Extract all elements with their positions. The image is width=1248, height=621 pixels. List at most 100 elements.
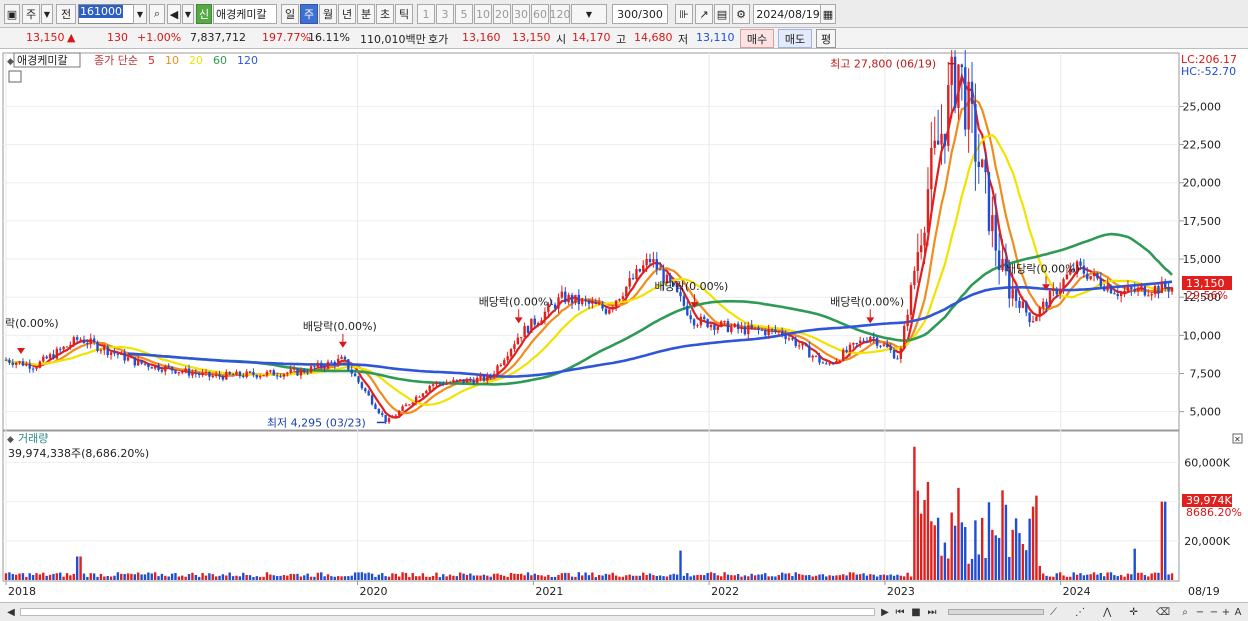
buy-button[interactable]: 매수 [740, 29, 774, 48]
volume-bar [455, 576, 459, 580]
count-input[interactable]: 300/300 [612, 4, 668, 24]
zigzag-tool-icon[interactable]: ⋀ [1103, 607, 1111, 618]
volume-bar [1150, 573, 1153, 580]
font-size-icon[interactable]: A [1232, 605, 1244, 620]
candle-body [387, 418, 391, 423]
volume-bar [65, 573, 69, 580]
candle-body [1136, 287, 1140, 292]
volume-bar [672, 573, 675, 580]
interval-button-1[interactable]: 3 [436, 4, 454, 24]
layout-icon[interactable]: ▣ [4, 4, 20, 24]
speaker-icon[interactable]: ◀ [167, 4, 181, 24]
trade-amount: 110,010백만 [360, 33, 426, 46]
volume-bar [716, 575, 720, 580]
interval-button-6[interactable]: 60 [531, 4, 549, 24]
interval-button-5[interactable]: 30 [512, 4, 530, 24]
period-tab-4[interactable]: 분 [357, 4, 375, 24]
volume-bar [950, 512, 953, 580]
new-listing-badge: 신 [196, 4, 212, 24]
candle-body [699, 316, 703, 326]
low-label: 저 [678, 33, 689, 46]
ma-legend-20[interactable]: 20 [189, 54, 203, 67]
sell-button[interactable]: 매도 [778, 29, 812, 48]
volume-bar [245, 574, 248, 580]
stop-icon[interactable]: ■ [909, 605, 923, 620]
scroll-right-icon[interactable]: ▶ [878, 605, 892, 620]
period-tab-0[interactable]: 일 [281, 4, 299, 24]
volume-bar [1126, 573, 1130, 580]
period-tab-2[interactable]: 월 [319, 4, 337, 24]
interval-button-4[interactable]: 20 [493, 4, 511, 24]
chevron-down-icon[interactable]: ▼ [182, 4, 194, 24]
zoom-out-icon[interactable]: − [1194, 605, 1206, 620]
scroll-left-icon[interactable]: ◀ [4, 605, 18, 620]
candle-body [733, 323, 736, 327]
calculator-icon[interactable] [8, 70, 22, 83]
period-select[interactable]: 주 [22, 4, 40, 24]
volume-bar [879, 574, 882, 580]
fib-tool-icon[interactable]: ⋰ [1075, 607, 1085, 618]
zoom-slider[interactable] [948, 609, 1044, 615]
interval-button-3[interactable]: 10 [474, 4, 492, 24]
eval-button[interactable]: 평 [816, 29, 836, 48]
volume-bar [126, 573, 130, 580]
drawing-tools[interactable]: ⟋ ⋰ ⋀ ✛ ⌫ [1050, 605, 1170, 620]
erase-tool-icon[interactable]: ⌫ [1156, 607, 1170, 618]
stock-code-input[interactable]: 161000 [78, 4, 134, 24]
candle-body [686, 305, 689, 316]
gear-icon[interactable]: ⚙ [732, 4, 750, 24]
volume-bar [18, 573, 21, 580]
candle-body [967, 81, 970, 130]
search-icon[interactable]: ⌕ [149, 4, 165, 24]
volume-bar [1082, 575, 1086, 580]
candle-body [604, 308, 608, 314]
code-dropdown-icon[interactable]: ▼ [133, 4, 147, 24]
interval-dropdown[interactable]: ▼ [571, 4, 607, 24]
candle-body [1143, 286, 1147, 296]
candle-type-icon[interactable]: ⊪ [675, 4, 693, 24]
candle-body [259, 376, 262, 378]
volume-bar [384, 576, 387, 580]
volume-bar [1153, 572, 1157, 580]
rewind-icon[interactable]: ⏮ [893, 605, 907, 620]
candle-body [719, 321, 723, 327]
period-tab-5[interactable]: 초 [376, 4, 394, 24]
interval-button-2[interactable]: 5 [455, 4, 473, 24]
trend-tool-icon[interactable]: ⟋ [1050, 607, 1057, 618]
ma-legend-120[interactable]: 120 [237, 54, 258, 67]
volume-bar [648, 573, 652, 580]
ma-legend-10[interactable]: 10 [165, 54, 179, 67]
line-tool-icon[interactable]: ↗ [695, 4, 713, 24]
ma-legend-5[interactable]: 5 [148, 54, 155, 67]
volume-bar [69, 575, 72, 580]
period-tab-1[interactable]: 주 [300, 4, 318, 24]
interval-button-0[interactable]: 1 [417, 4, 435, 24]
volume-bar [1004, 504, 1008, 580]
volume-bar [503, 575, 506, 580]
zoom-in-icon[interactable]: + [1220, 605, 1232, 620]
scroll-track[interactable] [20, 608, 875, 616]
price-chart[interactable]: 최고 27,800 (06/19) 최저 4,295 (03/23) 배당락(0.0… [0, 41, 1248, 602]
chart-area[interactable]: 최고 27,800 (06/19) 최저 4,295 (03/23) 배당락(0.0… [0, 41, 1248, 602]
calendar-icon[interactable]: ▦ [820, 4, 836, 24]
zoom-search-icon[interactable]: ⌕ [1178, 605, 1192, 620]
volume-bar [926, 482, 930, 580]
cross-tool-icon[interactable]: ✛ [1129, 607, 1137, 618]
candle-body [299, 369, 303, 376]
date-input[interactable]: 2024/08/19 [753, 4, 823, 24]
candle-body [828, 363, 831, 365]
ma-legend-60[interactable]: 60 [213, 54, 227, 67]
volume-bar [38, 574, 42, 580]
candle-body [31, 368, 35, 370]
chevron-down-icon[interactable]: ▼ [41, 4, 53, 24]
period-tab-6[interactable]: 틱 [395, 4, 413, 24]
forward-icon[interactable]: ⏭ [925, 605, 939, 620]
period-tab-3[interactable]: 년 [338, 4, 356, 24]
volume-bar [242, 572, 245, 580]
save-icon[interactable]: ▤ [714, 4, 730, 24]
interval-button-7[interactable]: 120 [550, 4, 571, 24]
prev-button[interactable]: 전 [56, 4, 76, 24]
volume-bar [903, 576, 906, 580]
volume-bar [350, 575, 353, 580]
minus-icon[interactable]: − [1208, 605, 1220, 620]
